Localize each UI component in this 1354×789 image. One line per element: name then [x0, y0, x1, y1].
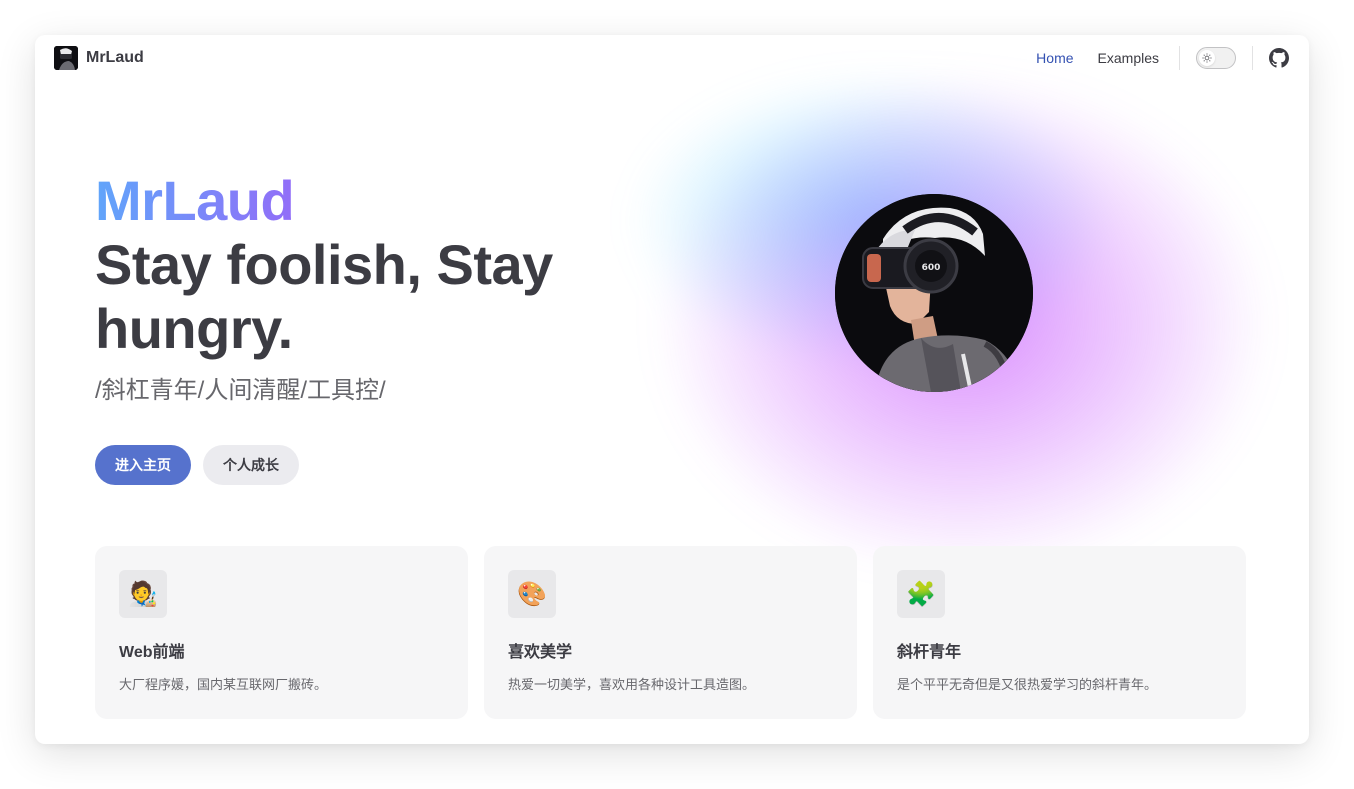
- feature-desc: 大厂程序媛，国内某互联网厂搬砖。: [119, 677, 328, 692]
- enter-homepage-button[interactable]: 进入主页: [95, 445, 191, 485]
- puzzle-icon: 🧩: [897, 570, 945, 618]
- headphone-label: 600: [922, 263, 941, 273]
- nav-divider-2: [1252, 46, 1253, 70]
- switch-knob: [1199, 50, 1215, 66]
- artist-icon: 🧑‍🎨: [119, 570, 167, 618]
- feature-card-slash-youth[interactable]: 🧩 斜杆青年 是个平平无奇但是又很热爱学习的斜杆青年。: [873, 546, 1246, 719]
- hero-tagline: Stay foolish, Stay hungry.: [95, 233, 553, 360]
- personal-growth-button[interactable]: 个人成长: [203, 445, 299, 485]
- nav-divider: [1179, 46, 1180, 70]
- feature-title: 喜欢美学: [508, 644, 573, 661]
- brand-name: MrLaud: [86, 49, 144, 66]
- app-window: MrLaud Home Examples MrLaud Stay foolish…: [35, 35, 1309, 744]
- feature-title: Web前端: [119, 644, 185, 661]
- feature-title: 斜杆青年: [897, 644, 962, 661]
- hero-subtitle: /斜杠青年/人间清醒/工具控/: [95, 377, 386, 404]
- github-link[interactable]: [1269, 48, 1289, 68]
- appearance-toggle[interactable]: [1196, 47, 1236, 69]
- features: 🧑‍🎨 Web前端 大厂程序媛，国内某互联网厂搬砖。 🎨 喜欢美学 热爱一切美学…: [95, 546, 1246, 719]
- nav-link-home[interactable]: Home: [1036, 50, 1073, 66]
- nav-link-examples[interactable]: Examples: [1098, 50, 1159, 66]
- hero-text: MrLaud Stay foolish, Stay hungry. /斜杠青年/…: [95, 169, 615, 485]
- nav-right: Home Examples: [1036, 35, 1289, 81]
- feature-card-aesthetics[interactable]: 🎨 喜欢美学 热爱一切美学，喜欢用各种设计工具造图。: [484, 546, 857, 719]
- hero-name: MrLaud: [95, 169, 615, 233]
- palette-icon: 🎨: [508, 570, 556, 618]
- github-icon: [1269, 48, 1289, 68]
- sun-icon: [1202, 53, 1212, 63]
- brand-logo: [54, 46, 78, 70]
- brand-link[interactable]: MrLaud: [54, 46, 144, 70]
- hero-avatar: 600: [835, 194, 1033, 392]
- feature-desc: 是个平平无奇但是又很热爱学习的斜杆青年。: [897, 677, 1158, 692]
- feature-desc: 热爱一切美学，喜欢用各种设计工具造图。: [508, 677, 756, 692]
- feature-card-web[interactable]: 🧑‍🎨 Web前端 大厂程序媛，国内某互联网厂搬砖。: [95, 546, 468, 719]
- hero-actions: 进入主页 个人成长: [95, 445, 615, 485]
- top-nav: MrLaud Home Examples: [35, 35, 1309, 81]
